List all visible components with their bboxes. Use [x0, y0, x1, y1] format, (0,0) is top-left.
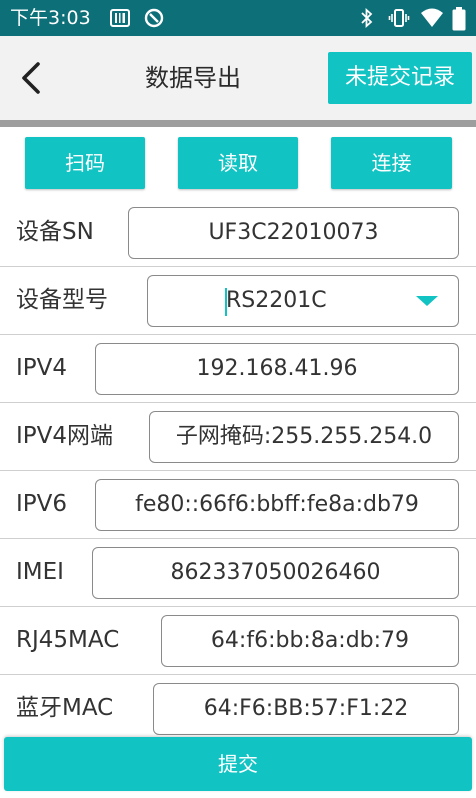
- form-row-device-sn: 设备SN UF3C22010073: [0, 199, 476, 267]
- scan-button[interactable]: 扫码: [25, 137, 145, 189]
- device-sn-label: 设备SN: [16, 219, 94, 245]
- wifi-icon: [420, 7, 444, 33]
- form-row-ipv6: IPV6 fe80::66f6:bbff:fe8a:db79: [0, 471, 476, 539]
- form-row-imei: IMEI 862337050026460: [0, 539, 476, 607]
- device-model-select[interactable]: RS2201C: [147, 275, 459, 327]
- battery-icon: [452, 7, 466, 35]
- connect-button[interactable]: 连接: [331, 137, 452, 189]
- ipv4-label: IPV4: [16, 355, 68, 381]
- sync-icon: [144, 8, 164, 28]
- device-model-value: RS2201C: [226, 288, 327, 313]
- imei-label: IMEI: [16, 559, 64, 585]
- header-divider: [0, 120, 476, 127]
- status-time: 下午3:03: [10, 7, 91, 29]
- ipv4-field[interactable]: 192.168.41.96: [95, 343, 459, 395]
- device-model-label: 设备型号: [16, 287, 108, 313]
- ipv4-mask-label: IPV4网端: [16, 423, 114, 449]
- rj45-mac-field[interactable]: 64:f6:bb:8a:db:79: [161, 615, 459, 667]
- imei-field[interactable]: 862337050026460: [92, 547, 459, 599]
- form-row-bt-mac: 蓝牙MAC 64:F6:BB:57:F1:22: [0, 675, 476, 743]
- unsubmitted-records-button[interactable]: 未提交记录: [328, 52, 472, 104]
- dropdown-arrow-icon: [416, 296, 438, 306]
- barcode-icon: [110, 8, 130, 28]
- form-row-ipv4: IPV4 192.168.41.96: [0, 335, 476, 403]
- form-row-ipv4-mask: IPV4网端 子网掩码:255.255.254.0: [0, 403, 476, 471]
- ipv4-mask-field[interactable]: 子网掩码:255.255.254.0: [149, 411, 459, 463]
- submit-button[interactable]: 提交: [4, 737, 472, 791]
- device-sn-field[interactable]: UF3C22010073: [128, 207, 459, 259]
- form-row-rj45-mac: RJ45MAC 64:f6:bb:8a:db:79: [0, 607, 476, 675]
- status-bar: 下午3:03: [0, 0, 476, 36]
- bluetooth-icon: [360, 7, 374, 33]
- read-button[interactable]: 读取: [178, 137, 298, 189]
- vibrate-icon: [388, 7, 410, 33]
- bt-mac-field[interactable]: 64:F6:BB:57:F1:22: [153, 683, 459, 735]
- rj45-mac-label: RJ45MAC: [16, 627, 120, 653]
- ipv6-field[interactable]: fe80::66f6:bbff:fe8a:db79: [95, 479, 459, 531]
- ipv6-label: IPV6: [16, 491, 68, 517]
- bt-mac-label: 蓝牙MAC: [16, 695, 114, 721]
- form-row-device-model: 设备型号 RS2201C: [0, 267, 476, 335]
- app-header: 数据导出 未提交记录: [0, 36, 476, 120]
